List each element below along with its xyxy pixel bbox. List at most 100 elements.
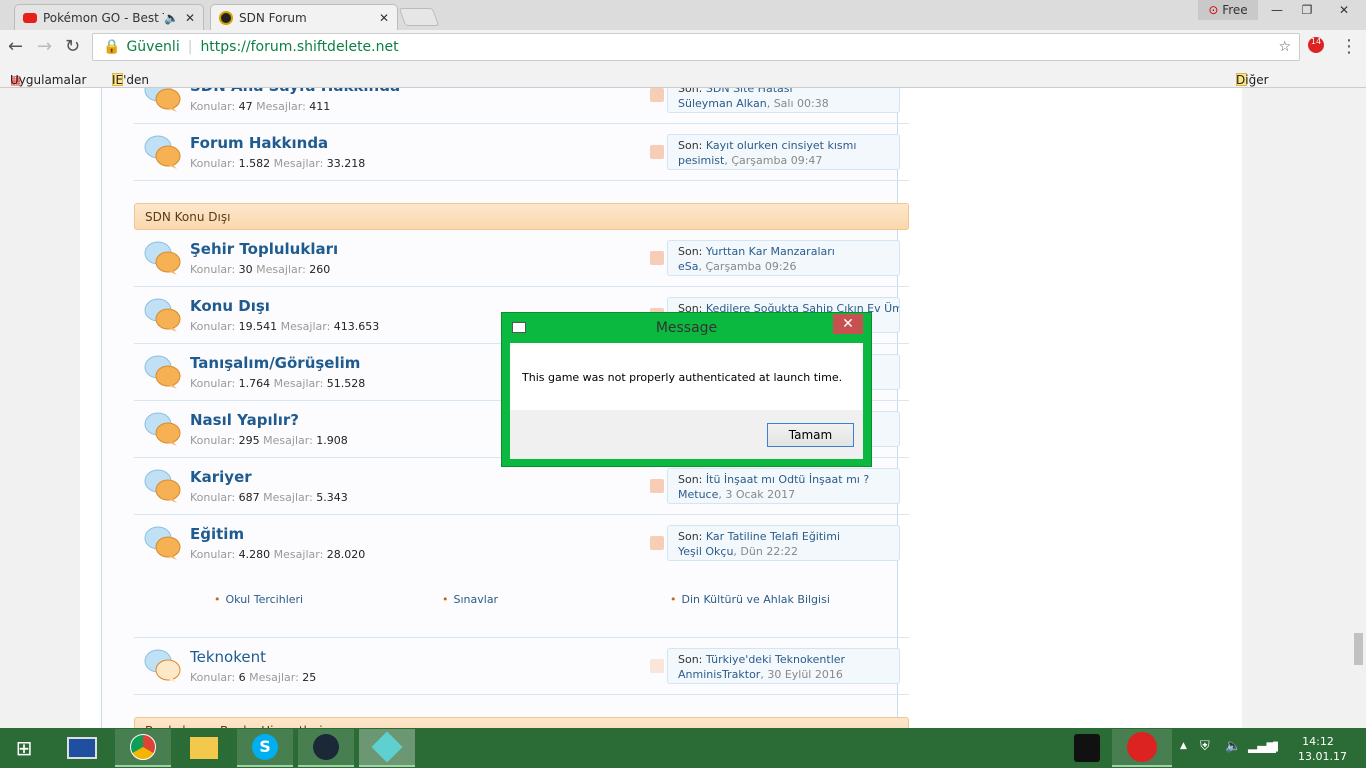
rss-icon[interactable] xyxy=(650,251,664,265)
taskbar-game[interactable] xyxy=(359,729,415,767)
forum-title-link[interactable]: Eğitim xyxy=(190,525,244,543)
forum-title-link[interactable]: Teknokent xyxy=(190,648,266,666)
forum-title-link[interactable]: Kariyer xyxy=(190,468,252,486)
taskbar-explorer[interactable] xyxy=(176,729,232,767)
last-post-user[interactable]: eSa xyxy=(678,260,699,273)
profile-button[interactable]: ⊙ Free xyxy=(1198,0,1258,20)
forum-bubble-icon xyxy=(144,355,181,389)
close-window-button[interactable]: ✕ xyxy=(1322,0,1366,20)
forum-title-link[interactable]: Tanışalım/Görüşelim xyxy=(190,354,360,372)
extension-icon[interactable]: 14 xyxy=(1308,37,1324,53)
new-tab-button[interactable] xyxy=(398,8,440,26)
vertical-scrollbar[interactable] xyxy=(1350,88,1366,728)
taskbar-camera-app[interactable] xyxy=(1064,729,1110,767)
tab-pokemon[interactable]: Pokémon GO - Best Tips🔈✕ xyxy=(14,4,204,30)
taskbar: ⊞ S ▲ ⛨ 🔈 ▂▄▆ ▮ 14:12 13.01.17 xyxy=(0,728,1366,768)
minimize-button[interactable]: — xyxy=(1262,0,1292,20)
taskbar-lenovo[interactable] xyxy=(54,729,110,767)
taskbar-chrome[interactable] xyxy=(115,729,171,767)
last-post-link[interactable]: Kayıt olurken cinsiyet kısmı xyxy=(706,139,857,152)
forum-title-link[interactable]: Konu Dışı xyxy=(190,297,270,315)
forum-stats: Konular: 1.582 Mesajlar: 33.218 xyxy=(190,157,366,170)
red-app-icon xyxy=(1127,732,1157,762)
rss-icon[interactable] xyxy=(650,536,664,550)
last-post-user[interactable]: AnminisTraktor xyxy=(678,668,760,681)
last-post-user[interactable]: pesimist xyxy=(678,154,724,167)
security-icon[interactable]: ⛨ xyxy=(1200,739,1210,754)
last-post-box: Son: Kayıt olurken cinsiyet kısmı pesimis… xyxy=(667,134,900,170)
youtube-icon xyxy=(23,12,37,23)
dialog-message: This game was not properly authenticated… xyxy=(510,343,863,410)
volume-icon[interactable]: 🔈 xyxy=(1225,739,1241,754)
last-post-box: Son: Kar Tatiline Telafi Eğitimi Yeşil Ok… xyxy=(667,525,900,561)
forum-stats: Konular: 295 Mesajlar: 1.908 xyxy=(190,434,348,447)
folder-icon xyxy=(190,737,218,759)
opera-icon: ⊙ xyxy=(1208,3,1219,17)
ok-button[interactable]: Tamam xyxy=(767,423,854,447)
clock[interactable]: 14:12 13.01.17 xyxy=(1298,734,1347,764)
last-post-link[interactable]: Kar Tatiline Telafi Eğitimi xyxy=(706,530,840,543)
lenovo-icon xyxy=(67,737,97,759)
bookmark-star-icon[interactable]: ☆ xyxy=(1278,39,1291,55)
subforum-link[interactable]: Din Kültürü ve Ahlak Bilgisi xyxy=(670,593,830,606)
menu-icon[interactable]: ⋮ xyxy=(1340,36,1358,57)
rss-icon[interactable] xyxy=(650,659,664,673)
forum-bubble-icon xyxy=(144,298,181,332)
forum-title-link[interactable]: Şehir Toplulukları xyxy=(190,240,338,258)
last-post-box: Son: Yurttan Kar Manzaraları eSa, Çarşamb… xyxy=(667,240,900,276)
last-post-link[interactable]: Türkiye'deki Teknokentler xyxy=(706,653,845,666)
reload-button[interactable]: ↻ xyxy=(65,36,80,57)
forum-title-link[interactable]: Forum Hakkında xyxy=(190,134,328,152)
last-post-link[interactable]: İtü İnşaat mı Odtü İnşaat mı ? xyxy=(706,473,869,486)
rss-icon[interactable] xyxy=(650,145,664,159)
restore-button[interactable]: ❐ xyxy=(1292,0,1322,20)
taskbar-skype[interactable]: S xyxy=(237,729,293,767)
forum-title-link[interactable]: Nasıl Yapılır? xyxy=(190,411,299,429)
start-button[interactable]: ⊞ xyxy=(0,729,48,767)
category-header[interactable]: Bankalar ve Banka Hizmetleri xyxy=(134,717,909,728)
toolbar: ← → ↻ 🔒 Güvenli | https://forum.shiftdel… xyxy=(0,30,1366,63)
last-post-box: Son: Türkiye'deki Teknokentler AnminisTra… xyxy=(667,648,900,684)
taskbar-steam[interactable] xyxy=(298,729,354,767)
taskbar-app-red[interactable] xyxy=(1112,729,1172,767)
forum-bubble-icon xyxy=(144,88,181,112)
forum-title-link[interactable]: SDN Ana Sayfa Hakkında xyxy=(190,88,400,95)
close-tab-icon[interactable]: ✕ xyxy=(185,11,195,25)
forum-bubble-icon xyxy=(144,649,181,683)
category-header[interactable]: SDN Konu Dışı xyxy=(134,203,909,230)
subforum-link[interactable]: Okul Tercihleri xyxy=(214,593,304,606)
rss-icon[interactable] xyxy=(650,479,664,493)
forum-stats: Konular: 4.280 Mesajlar: 28.020 xyxy=(190,548,366,561)
message-dialog: Message ✕ This game was not properly aut… xyxy=(501,312,872,467)
subforum-link[interactable]: Sınavlar xyxy=(442,593,499,606)
tray-expand-icon[interactable]: ▲ xyxy=(1180,741,1187,751)
last-post-link[interactable]: Yurttan Kar Manzaraları xyxy=(706,245,835,258)
last-post-user[interactable]: Yeşil Okçu xyxy=(678,545,733,558)
game-icon xyxy=(371,731,403,763)
lock-icon: 🔒 xyxy=(103,39,121,55)
battery-icon[interactable]: ▮ xyxy=(1272,739,1279,754)
scrollbar-thumb[interactable] xyxy=(1354,633,1363,665)
close-tab-icon[interactable]: ✕ xyxy=(379,11,389,25)
steam-icon xyxy=(313,734,339,760)
forum-row: SDN Ana Sayfa Hakkında Konular: 47 Mesaj… xyxy=(134,88,909,124)
forum-bubble-icon xyxy=(144,412,181,446)
forum-bubble-icon xyxy=(144,469,181,503)
tab-sdn-forum[interactable]: SDN Forum ✕ xyxy=(210,4,398,30)
sdn-logo-icon xyxy=(219,10,233,25)
dialog-close-button[interactable]: ✕ xyxy=(833,314,863,334)
forward-button[interactable]: → xyxy=(37,36,52,57)
back-button[interactable]: ← xyxy=(8,36,23,57)
last-post-link[interactable]: SDN Site Hatası xyxy=(706,88,793,95)
last-post-box: Son: SDN Site Hatası Süleyman Alkan, Salı… xyxy=(667,88,900,113)
rss-icon[interactable] xyxy=(650,88,664,102)
last-post-box: Son: İtü İnşaat mı Odtü İnşaat mı ? Metuc… xyxy=(667,468,900,504)
last-post-user[interactable]: Süleyman Alkan xyxy=(678,97,767,110)
address-bar[interactable]: 🔒 Güvenli | https://forum.shiftdelete.ne… xyxy=(92,33,1300,61)
audio-icon: 🔈 xyxy=(163,10,179,25)
camera-icon xyxy=(1074,734,1100,762)
last-post-user[interactable]: Metuce xyxy=(678,488,718,501)
forum-row: Şehir Toplulukları Konular: 30 Mesajlar:… xyxy=(134,230,909,287)
forum-stats: Konular: 6 Mesajlar: 25 xyxy=(190,671,317,684)
forum-bubble-icon xyxy=(144,135,181,169)
